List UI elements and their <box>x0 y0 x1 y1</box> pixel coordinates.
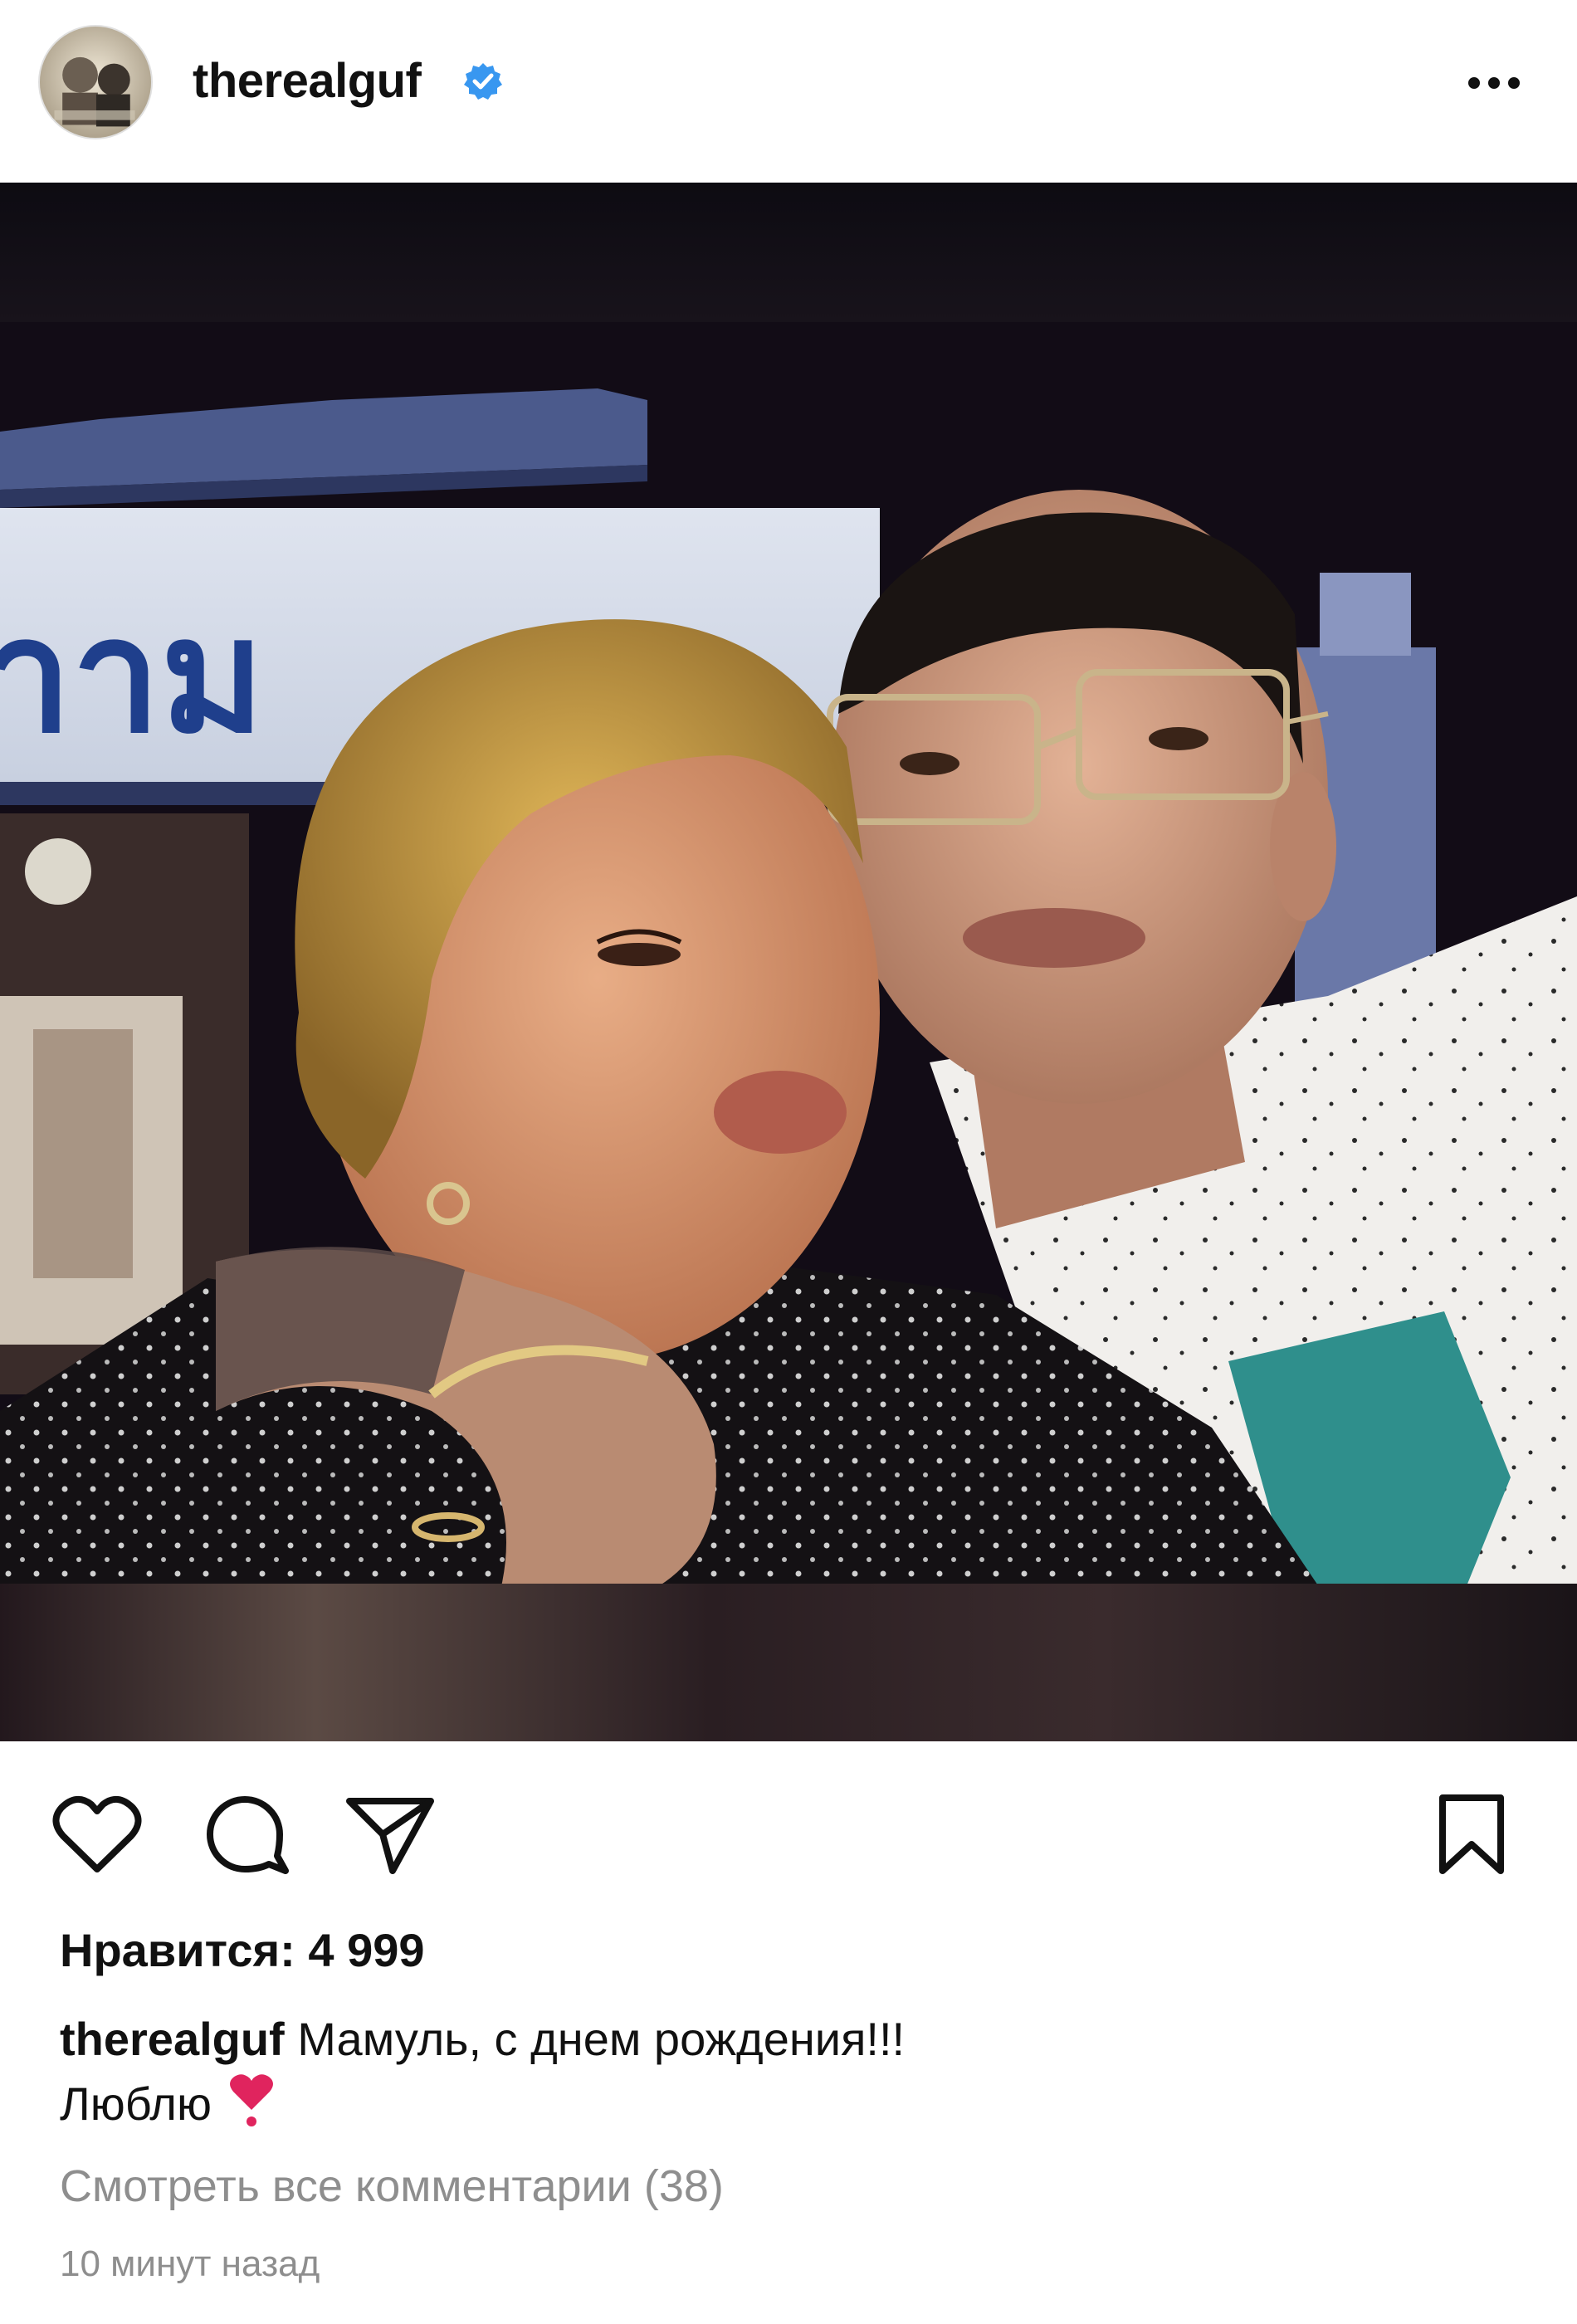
header-username[interactable]: therealguf <box>193 51 422 111</box>
heart-icon[interactable] <box>51 1793 143 1876</box>
caption-text: Мамуль, с днем рождения!!! <box>297 2013 906 2065</box>
svg-text:าาม: าาม <box>0 583 265 768</box>
caption-text-line2: Люблю <box>60 2077 212 2130</box>
post-caption: therealguf Мамуль, с днем рождения!!! Лю… <box>60 2007 1521 2136</box>
verified-badge-icon <box>464 63 502 100</box>
avatar-image <box>40 27 151 138</box>
comment-icon[interactable] <box>199 1793 290 1876</box>
bookmark-icon[interactable] <box>1426 1793 1517 1876</box>
post-timestamp: 10 минут назад <box>60 2243 320 2284</box>
red-heart-exclamation-icon <box>229 2074 273 2126</box>
post-photo-image: าาม <box>0 183 1577 1741</box>
user-avatar[interactable] <box>38 25 153 139</box>
post-header: therealguf <box>0 0 1577 183</box>
caption-username[interactable]: therealguf <box>60 2013 285 2065</box>
share-icon[interactable] <box>344 1793 436 1876</box>
post-photo[interactable]: าาม <box>0 183 1577 1741</box>
view-all-comments-link[interactable]: Смотреть все комментарии (38) <box>60 2158 724 2214</box>
more-horizontal-icon[interactable] <box>1461 58 1527 108</box>
likes-count[interactable]: Нравится: 4 999 <box>60 1922 425 1979</box>
